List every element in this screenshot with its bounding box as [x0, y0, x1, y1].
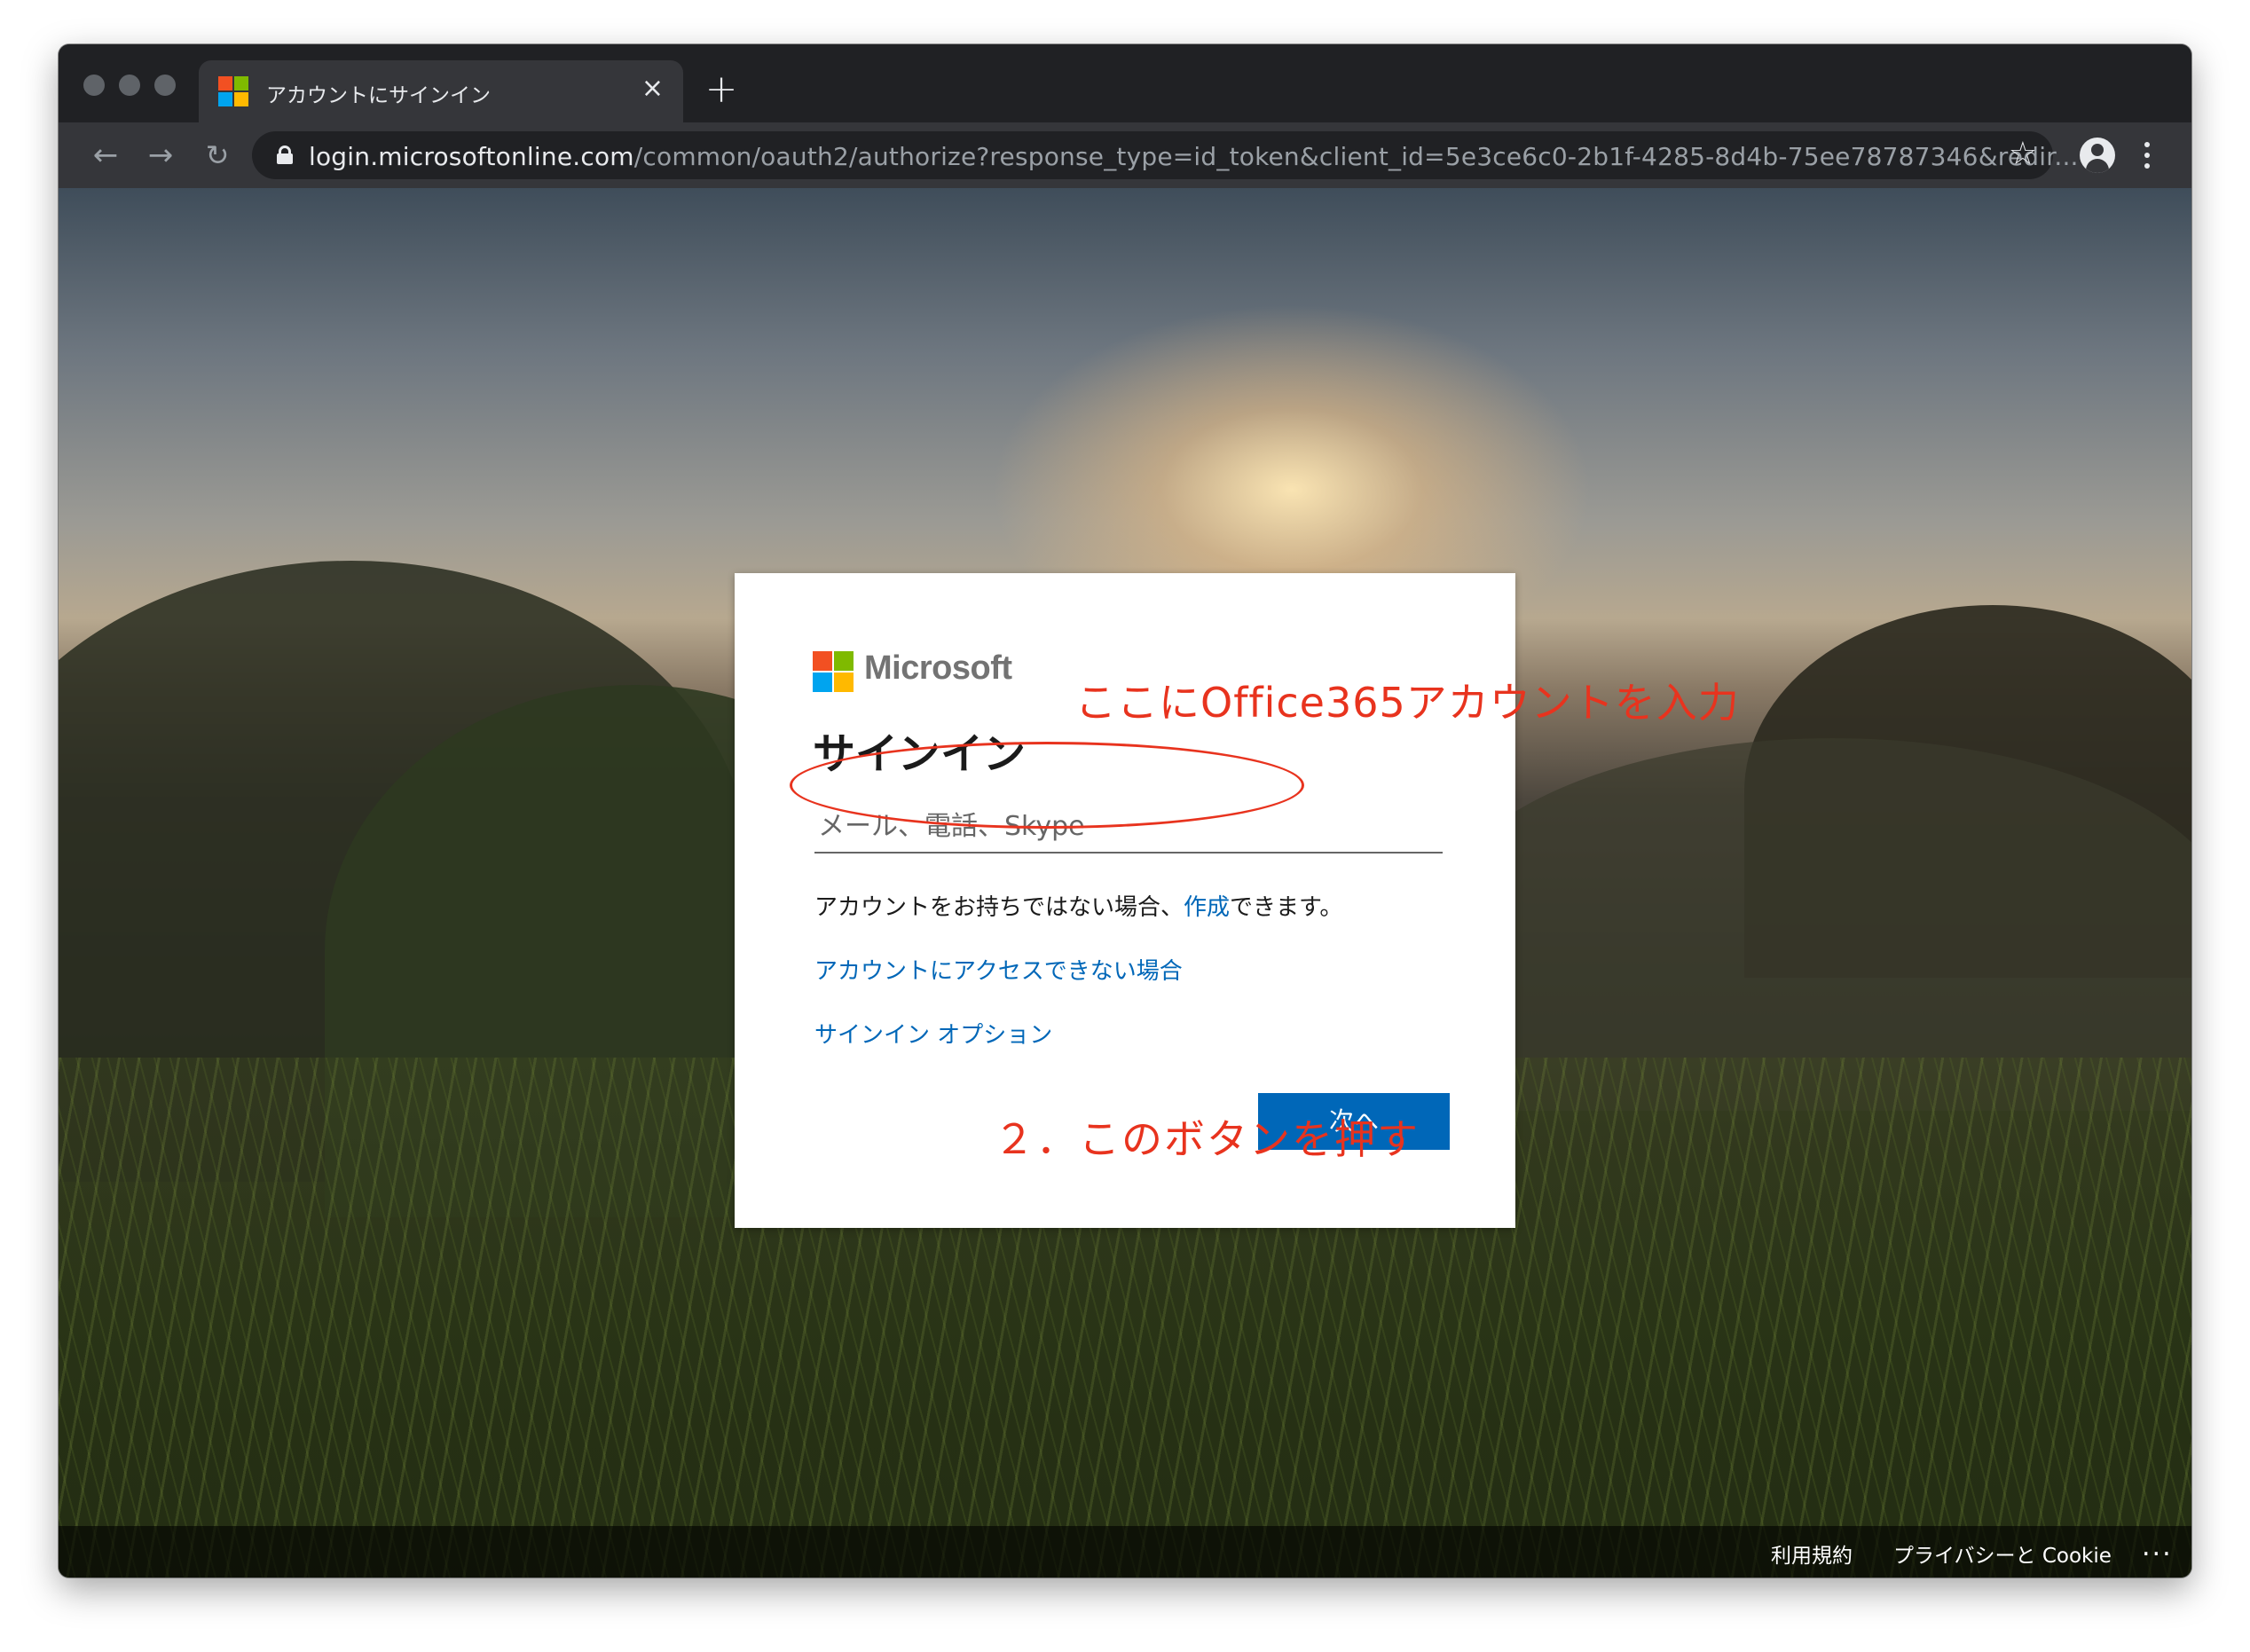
- bookmark-star-icon[interactable]: ☆: [2009, 136, 2037, 172]
- microsoft-favicon-icon: [218, 76, 248, 106]
- url-text[interactable]: login.microsoftonline.com/common/oauth2/…: [309, 142, 2079, 171]
- create-account-link[interactable]: 作成: [1184, 894, 1230, 921]
- annotation-input-hint: ここにOffice365アカウントを入力: [1075, 679, 1740, 727]
- url-path: /common/oauth2/authorize?response_type=i…: [633, 142, 2079, 171]
- profile-avatar-icon[interactable]: [2080, 138, 2115, 173]
- annotation-button-hint: ２．このボタンを押す: [994, 1115, 1420, 1163]
- forward-arrow-icon[interactable]: →: [138, 133, 183, 177]
- no-account-suffix: できます。: [1230, 894, 1343, 921]
- reload-icon[interactable]: ↻: [195, 133, 240, 177]
- address-bar[interactable]: login.microsoftonline.com/common/oauth2/…: [252, 131, 2078, 179]
- background-hill-right: [1434, 738, 2191, 1111]
- page-footer: 利用規約 プライバシーと Cookie ...: [59, 1526, 2191, 1577]
- microsoft-wordmark: Microsoft: [864, 649, 1012, 687]
- more-options-icon[interactable]: ...: [2142, 1531, 2173, 1562]
- tab-bar: アカウントにサインイン × +: [59, 44, 2191, 122]
- no-account-text: アカウントをお持ちではない場合、作成できます。: [814, 889, 1342, 922]
- window-close-dot[interactable]: [83, 75, 105, 96]
- more-menu-icon[interactable]: [2138, 133, 2156, 177]
- terms-of-use-link[interactable]: 利用規約: [1771, 1538, 1853, 1569]
- new-tab-icon[interactable]: +: [690, 60, 752, 122]
- page-background: Microsoft サインイン アカウントをお持ちではない場合、作成できます。 …: [59, 188, 2191, 1577]
- lock-icon[interactable]: [277, 146, 293, 164]
- privacy-cookies-link[interactable]: プライバシーと Cookie: [1893, 1538, 2112, 1569]
- window-zoom-dot[interactable]: [154, 75, 176, 96]
- annotation-ellipse: [790, 742, 1304, 829]
- tab-title: アカウントにサインイン: [266, 84, 491, 107]
- browser-toolbar: ← → ↻ login.microsoftonline.com/common/o…: [59, 122, 2191, 188]
- url-host: login.microsoftonline.com: [309, 142, 634, 171]
- tab-close-icon[interactable]: ×: [641, 73, 664, 104]
- no-account-prefix: アカウントをお持ちではない場合、: [814, 894, 1184, 921]
- microsoft-logo-icon: [813, 651, 854, 692]
- window-minimize-dot[interactable]: [119, 75, 140, 96]
- tab-active[interactable]: アカウントにサインイン ×: [199, 60, 683, 122]
- back-arrow-icon[interactable]: ←: [83, 133, 128, 177]
- signin-options-link[interactable]: サインイン オプション: [814, 1017, 1052, 1050]
- cant-access-account-link[interactable]: アカウントにアクセスできない場合: [814, 953, 1183, 986]
